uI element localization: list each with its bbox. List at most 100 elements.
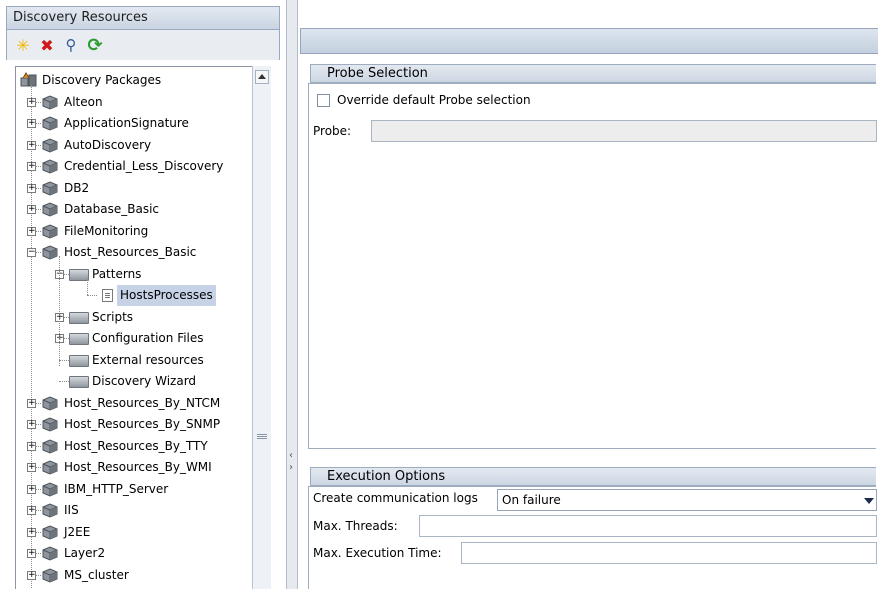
tree-folder-item[interactable]: + Configuration Files (16, 328, 256, 349)
tree-item-label: HostsProcesses (117, 285, 216, 306)
expand-icon[interactable]: + (27, 398, 36, 408)
tree-item-label: Host_Resources_By_WMI (64, 460, 212, 474)
tree-folder-item[interactable]: + Scripts (16, 307, 256, 328)
expand-icon[interactable]: + (27, 119, 36, 128)
tree-folder-item[interactable]: − Patterns (16, 264, 256, 285)
tree-connector (59, 359, 69, 361)
tree-guide-line (59, 256, 60, 366)
tree-package-item[interactable]: + Layer2 (16, 543, 256, 564)
tree-package-item[interactable]: + Host_Resources_By_SNMP (16, 414, 256, 435)
tree-item-label: Database_Basic (64, 202, 160, 216)
override-probe-label: Override default Probe selection (337, 93, 531, 107)
expand-icon[interactable]: + (27, 97, 36, 107)
tree-item-label: Layer2 (64, 546, 106, 560)
tree-package-item[interactable]: + IBM_HTTP_Server (16, 479, 256, 500)
execution-options-header: Execution Options (310, 467, 876, 486)
tree-package-item[interactable]: + AutoDiscovery (16, 135, 256, 156)
expand-icon[interactable]: + (27, 441, 36, 451)
resources-toolbar: ✳ ✖ ⚲ ⟳ (6, 30, 280, 60)
tree-connector (87, 295, 97, 296)
package-icon (41, 459, 59, 475)
tree-vertical-scrollbar[interactable] (252, 66, 271, 589)
tree-package-item[interactable]: − Host_Resources_Basic (16, 242, 256, 263)
expand-icon[interactable]: + (27, 484, 36, 494)
folder-icon (69, 268, 89, 281)
expand-icon[interactable]: + (27, 420, 36, 429)
expand-icon[interactable]: + (27, 205, 36, 214)
collapse-icon[interactable]: − (27, 248, 36, 257)
script-file-icon (102, 289, 113, 302)
max-threads-field[interactable] (419, 515, 877, 537)
tree-root-label: Discovery Packages (42, 73, 162, 87)
package-icon (41, 567, 59, 583)
tree-item-label: AutoDiscovery (64, 137, 152, 152)
comm-logs-select[interactable]: On failure (497, 489, 877, 511)
package-icon (41, 481, 59, 497)
tree-item-label: Discovery Wizard (92, 374, 197, 388)
tree-file-item[interactable]: HostsProcesses (16, 285, 256, 306)
probe-field[interactable] (371, 120, 877, 142)
max-exec-time-label: Max. Execution Time: (313, 546, 442, 560)
package-icon (41, 416, 59, 432)
expand-icon[interactable]: + (27, 183, 36, 193)
tree-item-label: Alteon (64, 94, 103, 109)
package-icon (41, 244, 59, 260)
tree-package-item[interactable]: + Host_Resources_By_NTCM (16, 393, 256, 414)
collapse-left-icon[interactable]: ‹ (289, 450, 293, 461)
tree-package-item[interactable]: + Host_Resources_By_WMI (16, 457, 256, 478)
tree-item-label: External resources (92, 352, 204, 367)
chevron-down-icon[interactable] (864, 498, 874, 504)
expand-icon[interactable]: + (27, 570, 36, 580)
expand-icon[interactable]: + (27, 463, 36, 472)
probe-label: Probe: (313, 124, 352, 138)
tree-item-label: J2EE (64, 524, 91, 539)
expand-icon[interactable]: + (27, 549, 36, 558)
package-icon (41, 94, 59, 110)
folder-icon (69, 376, 89, 388)
tree-folder-item[interactable]: External resources (16, 350, 256, 371)
details-panel: Probe Selection Override default Probe s… (298, 0, 878, 589)
package-icon (41, 201, 59, 217)
tree-item-label: ApplicationSignature (64, 116, 189, 130)
expand-right-icon[interactable]: › (289, 462, 293, 473)
expand-icon[interactable]: + (27, 162, 36, 171)
expand-icon[interactable]: + (27, 506, 36, 515)
search-icon[interactable]: ⚲ (61, 35, 81, 55)
tree-item-label: Configuration Files (92, 331, 204, 345)
tree-package-item[interactable]: + ApplicationSignature (16, 113, 256, 134)
tree-package-item[interactable]: + IIS (16, 500, 256, 521)
tree-package-item[interactable]: + Credential_Less_Discovery (16, 156, 256, 177)
package-icon (41, 223, 59, 239)
package-icon (41, 524, 59, 540)
probe-selection-title: Probe Selection (327, 66, 428, 81)
package-icon (41, 438, 59, 454)
expand-icon[interactable]: + (27, 527, 36, 537)
max-exec-time-field[interactable] (461, 542, 877, 564)
tree-package-item[interactable]: + J2EE (16, 522, 256, 543)
tree-package-item[interactable]: + Alteon (16, 92, 256, 113)
new-icon[interactable]: ✳ (13, 35, 33, 55)
packages-root-icon (20, 72, 38, 88)
tree-package-item[interactable]: + Database_Basic (16, 199, 256, 220)
discovery-tree: Discovery Packages + Alteon + ApplicationSig… (15, 66, 271, 589)
scroll-up-button[interactable] (255, 70, 269, 84)
tree-package-item[interactable]: + DB2 (16, 178, 256, 199)
tree-item-label: IIS (64, 503, 79, 517)
delete-icon[interactable]: ✖ (37, 35, 57, 55)
override-probe-checkbox[interactable] (317, 94, 330, 107)
package-icon (41, 137, 59, 153)
expand-icon[interactable]: + (27, 226, 36, 236)
tree-package-item[interactable]: + Host_Resources_By_TTY (16, 436, 256, 457)
tree-package-item[interactable]: + MS_cluster (16, 565, 256, 586)
package-icon (41, 395, 59, 411)
package-icon (41, 180, 59, 196)
tree-item-label: Scripts (92, 309, 134, 324)
scroll-grip-icon (257, 434, 267, 435)
tree-folder-item[interactable]: Discovery Wizard (16, 371, 256, 392)
package-icon (41, 115, 59, 131)
refresh-icon[interactable]: ⟳ (85, 35, 105, 56)
tree-package-item[interactable]: + FileMonitoring (16, 221, 256, 242)
expand-icon[interactable]: + (27, 140, 36, 150)
panel-splitter[interactable]: ‹ › (286, 0, 298, 589)
details-header (300, 28, 878, 54)
